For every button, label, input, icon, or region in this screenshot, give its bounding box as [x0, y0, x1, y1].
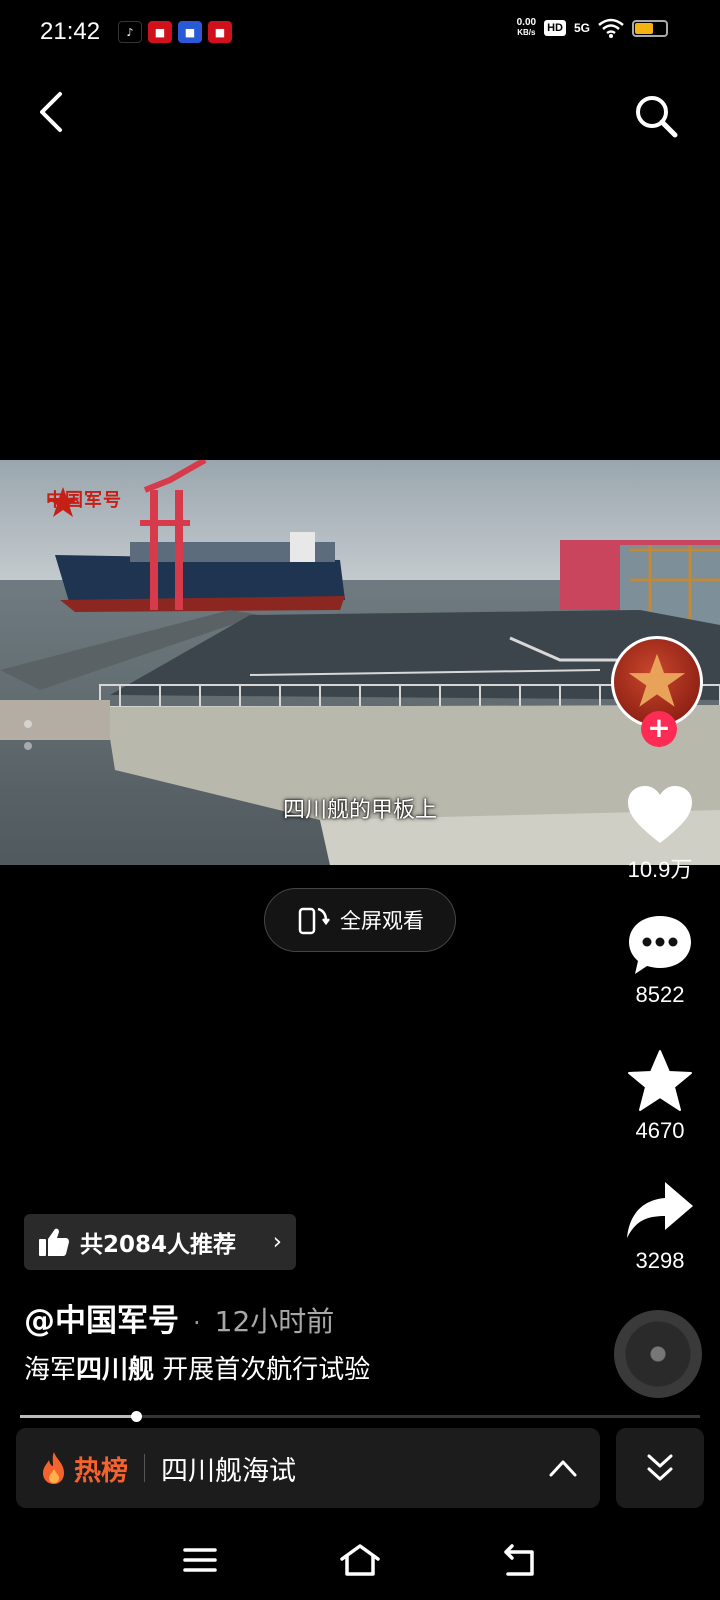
chevron-right-icon: ›	[272, 1229, 282, 1255]
status-time: 21:42	[40, 18, 101, 45]
home-icon	[340, 1544, 380, 1576]
watermark: 中国军号	[46, 486, 122, 517]
status-bar: 21:42 ♪ ■ ■ ■ 0.00 KB/s HD 5G	[0, 0, 720, 66]
notification-icons: ♪ ■ ■ ■	[118, 21, 232, 43]
home-button[interactable]	[330, 1530, 390, 1590]
flame-icon	[43, 1452, 64, 1484]
signal-5g: 5G	[573, 21, 590, 35]
fullscreen-label: 全屏观看	[340, 909, 424, 933]
recommend-label: 共2084人推荐	[80, 1232, 237, 1258]
share-action[interactable]: 3298	[610, 1176, 710, 1274]
author-line: @中国军号 · 12小时前	[24, 1295, 334, 1340]
search-button[interactable]	[632, 92, 680, 140]
divider	[144, 1454, 145, 1482]
star-emblem-icon	[628, 653, 686, 707]
star-emblem-icon	[47, 487, 79, 517]
hot-label: 热榜	[74, 1455, 128, 1487]
like-action[interactable]: 10.9万	[610, 780, 710, 884]
net-speed: 0.00 KB/s	[516, 17, 537, 38]
video-caption[interactable]: 海军四川舰 开展首次航行试验	[24, 1349, 370, 1386]
comment-action[interactable]: 8522	[610, 910, 710, 1008]
hot-list-bar[interactable]: 热榜 四川舰海试	[16, 1428, 600, 1508]
rotate-phone-icon	[298, 907, 330, 935]
share-count: 3298	[635, 1248, 685, 1273]
hot-topic: 四川舰海试	[161, 1455, 296, 1487]
favorite-count: 4670	[635, 1118, 685, 1143]
back-arrow-icon	[504, 1544, 534, 1576]
side-indicator	[24, 720, 32, 750]
chevron-up-icon[interactable]	[548, 1458, 578, 1478]
author-name[interactable]: @中国军号	[24, 1295, 179, 1340]
comment-count: 8522	[635, 982, 685, 1007]
progress-played	[20, 1415, 136, 1418]
wifi-icon	[598, 18, 624, 38]
follow-button[interactable]: +	[641, 711, 677, 747]
app-notification-icon: ■	[208, 21, 232, 43]
heart-icon	[628, 786, 692, 843]
double-chevron-down-icon	[647, 1454, 673, 1481]
speech-bubble-icon	[629, 916, 691, 974]
video-progress-bar[interactable]	[20, 1411, 700, 1422]
back-button[interactable]	[32, 90, 72, 134]
hd-badge: HD	[544, 20, 566, 36]
music-disc[interactable]	[614, 1310, 702, 1398]
progress-knob[interactable]	[130, 1411, 142, 1422]
menu-icon	[183, 1548, 217, 1572]
post-time: 12小时前	[214, 1305, 335, 1338]
system-nav-bar	[0, 1520, 720, 1600]
douyin-notification-icon: ♪	[118, 21, 142, 43]
favorite-action[interactable]: 4670	[610, 1046, 710, 1144]
chevron-left-icon	[40, 92, 62, 132]
battery-icon	[632, 19, 668, 37]
separator: ·	[193, 1309, 201, 1337]
like-count: 10.9万	[627, 857, 693, 882]
app-notification-icon: ■	[178, 21, 202, 43]
back-nav-button[interactable]	[490, 1530, 550, 1590]
system-indicators: 0.00 KB/s HD 5G	[517, 18, 668, 38]
collapse-button[interactable]	[616, 1428, 704, 1508]
fullscreen-button[interactable]: 全屏观看	[264, 888, 456, 952]
app-notification-icon: ■	[148, 21, 172, 43]
share-arrow-icon	[627, 1182, 693, 1238]
thumbs-up-icon	[39, 1228, 69, 1256]
star-icon	[628, 1050, 692, 1111]
menu-button[interactable]	[170, 1530, 230, 1590]
recommend-badge[interactable]: 共2084人推荐 ›	[24, 1214, 296, 1270]
search-icon	[636, 96, 678, 138]
